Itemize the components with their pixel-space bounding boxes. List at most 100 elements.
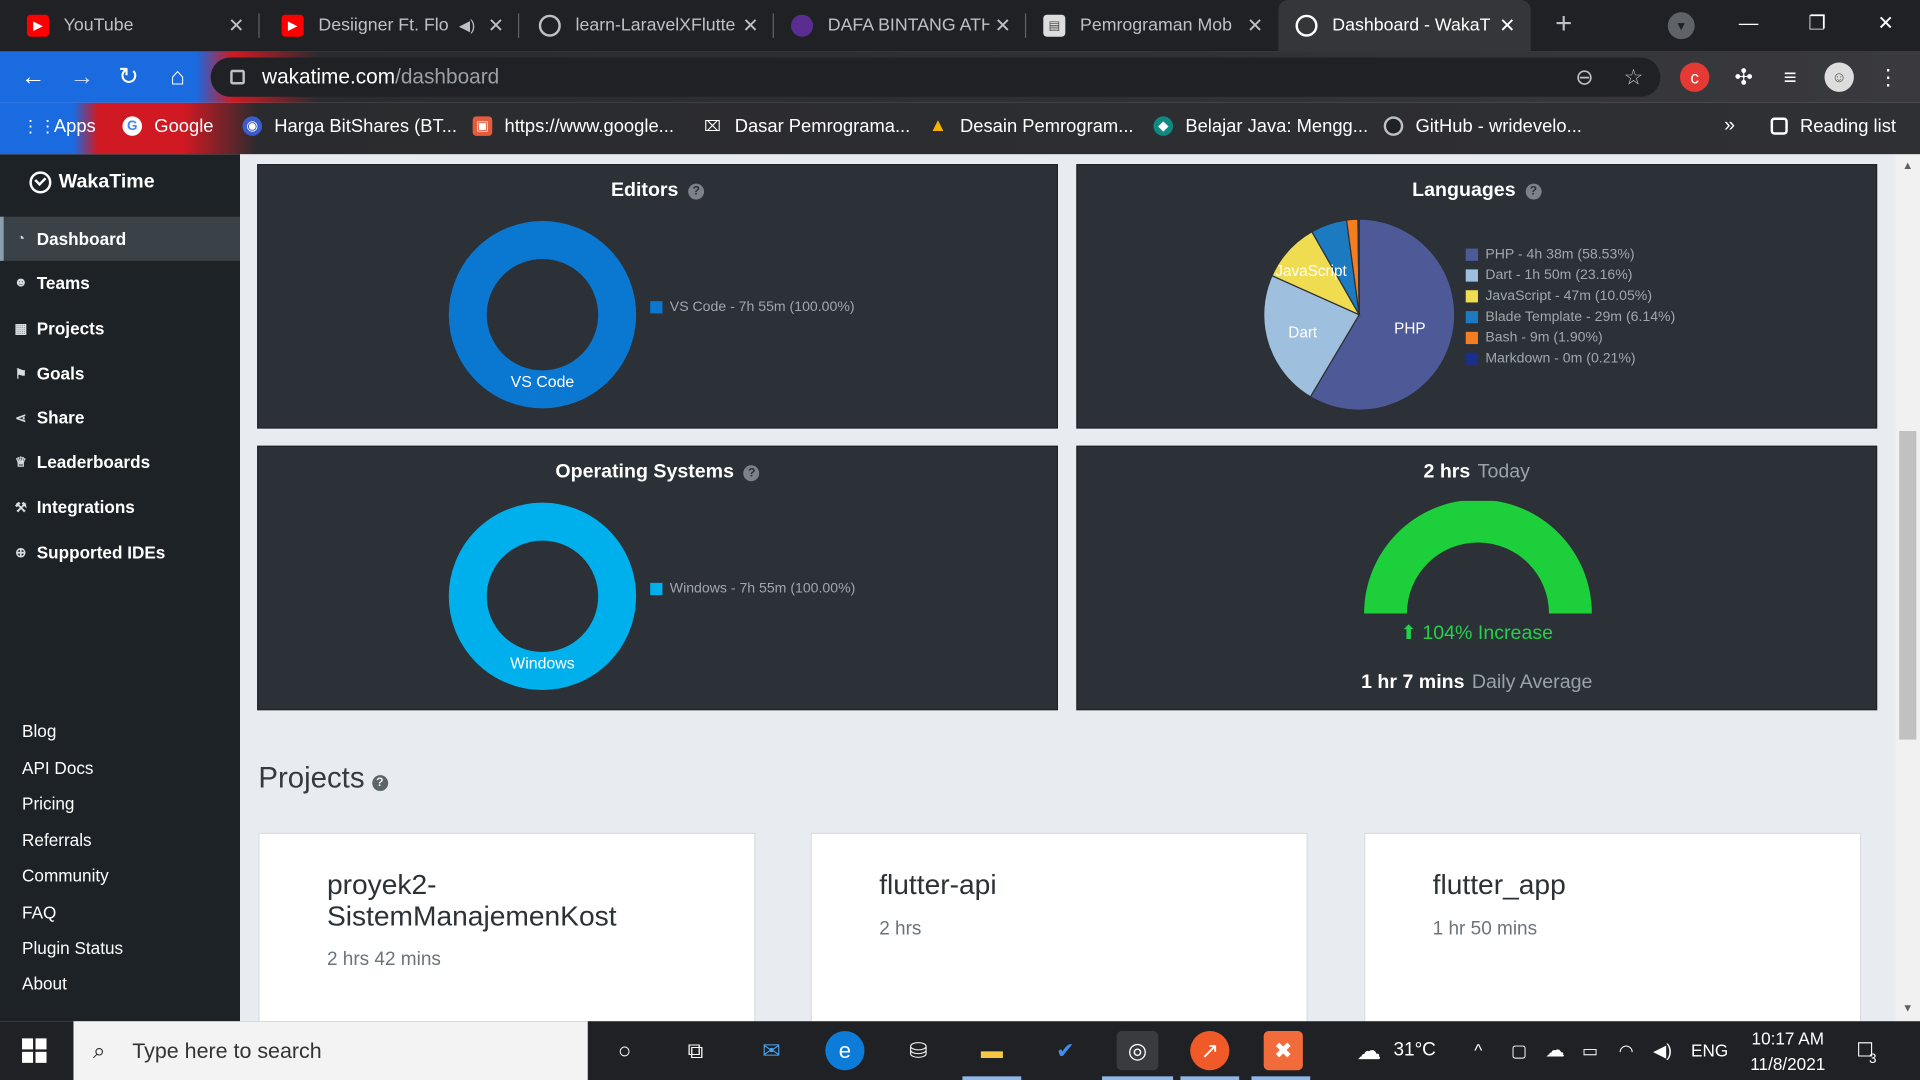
- sidebar-item-integrations[interactable]: ⚒ Integrations: [0, 485, 240, 529]
- windows-start-icon[interactable]: [22, 1038, 47, 1063]
- bookmark-github[interactable]: GitHub - wridevelo...: [1383, 103, 1582, 150]
- reload-icon[interactable]: ↻: [113, 61, 145, 93]
- todo-icon[interactable]: ✔: [1046, 1031, 1085, 1070]
- tab-youtube[interactable]: ▶ YouTube ✕: [0, 0, 260, 51]
- close-icon[interactable]: ✕: [482, 13, 509, 37]
- volume-icon[interactable]: ◀): [1653, 1021, 1672, 1080]
- tab-search-icon[interactable]: ▾: [1667, 12, 1695, 40]
- input-language[interactable]: ENG: [1691, 1021, 1728, 1080]
- extensions-puzzle-icon[interactable]: ✣: [1729, 62, 1758, 91]
- close-window-button[interactable]: ✕: [1851, 0, 1920, 51]
- scroll-up-icon[interactable]: ▲: [1902, 159, 1914, 171]
- close-icon[interactable]: ✕: [223, 13, 250, 37]
- tab-dashboard[interactable]: Dashboard - WakaT ✕: [1278, 0, 1531, 52]
- forward-icon[interactable]: →: [66, 61, 98, 93]
- help-icon[interactable]: ?: [371, 775, 388, 792]
- minimize-button[interactable]: —: [1714, 0, 1783, 51]
- restore-button[interactable]: ❐: [1783, 0, 1852, 51]
- wifi-icon[interactable]: ◠: [1619, 1021, 1634, 1080]
- mail-icon[interactable]: ✉: [752, 1031, 791, 1070]
- brand-logo[interactable]: WakaTime: [29, 171, 155, 194]
- more-bookmarks-button[interactable]: »: [1724, 103, 1735, 150]
- postman-icon[interactable]: ↗: [1190, 1031, 1230, 1071]
- sidebar-item-teams[interactable]: ☻ Teams: [0, 261, 240, 305]
- footer-link-plugin-status[interactable]: Plugin Status: [22, 938, 123, 958]
- speaker-icon[interactable]: ◀): [459, 17, 475, 34]
- tab-github[interactable]: learn-LaravelXFlutte ✕: [519, 0, 774, 51]
- sidebar-item-supported-ides[interactable]: ⊕ Supported IDEs: [0, 530, 240, 574]
- edge-icon[interactable]: e: [825, 1031, 865, 1071]
- help-icon[interactable]: ?: [743, 465, 760, 482]
- donut-slice-vscode[interactable]: [448, 221, 637, 409]
- sidebar-item-goals[interactable]: ⚑ Goals: [0, 351, 240, 395]
- footer-link-community[interactable]: Community: [22, 866, 109, 886]
- bookmark-google-link[interactable]: ▣ https://www.google...: [472, 103, 674, 150]
- donut-slice-windows[interactable]: [448, 502, 637, 691]
- extension-red-icon[interactable]: c: [1680, 62, 1710, 92]
- tray-device-icon[interactable]: ▢: [1511, 1021, 1527, 1080]
- notifications-icon[interactable]: ☐ 3: [1856, 1021, 1876, 1080]
- legend-item-javascript[interactable]: JavaScript - 47m (10.05%): [1465, 285, 1676, 306]
- project-card[interactable]: proyek2- SistemManajemenKost 2 hrs 42 mi…: [258, 832, 756, 1022]
- legend-item-blade[interactable]: Blade Template - 29m (6.14%): [1465, 306, 1675, 327]
- footer-link-referrals[interactable]: Referrals: [22, 830, 92, 850]
- address-bar[interactable]: wakatime.com /dashboard ⊖ ☆: [210, 57, 1661, 97]
- store-icon[interactable]: ⛁: [899, 1031, 938, 1070]
- sidebar-item-leaderboards[interactable]: ♕ Leaderboards: [0, 440, 240, 484]
- task-view-icon[interactable]: ⧉: [676, 1031, 715, 1070]
- footer-link-pricing[interactable]: Pricing: [22, 793, 74, 813]
- close-icon[interactable]: ✕: [737, 13, 764, 37]
- project-card[interactable]: flutter-api 2 hrs: [810, 832, 1308, 1022]
- battery-icon[interactable]: ▭: [1582, 1021, 1598, 1080]
- sidebar-item-share[interactable]: ⋖ Share: [0, 396, 240, 440]
- legend-item-bash[interactable]: Bash - 9m (1.90%): [1465, 327, 1676, 348]
- close-icon[interactable]: ✕: [1494, 13, 1521, 37]
- bookmark-desain[interactable]: ▲ Desain Pemrogram...: [928, 103, 1134, 150]
- legend-item-php[interactable]: PHP - 4h 38m (58.53%): [1465, 244, 1676, 265]
- bookmark-google[interactable]: G Google: [122, 103, 214, 150]
- xampp-icon[interactable]: ✖: [1263, 1031, 1303, 1071]
- tab-dafa[interactable]: DAFA BINTANG ATH ✕: [774, 0, 1027, 51]
- chrome-icon[interactable]: ◎: [1116, 1031, 1159, 1071]
- sidebar-item-projects[interactable]: ▦ Projects: [0, 306, 240, 350]
- menu-icon[interactable]: ⋮: [1873, 62, 1902, 91]
- legend-item[interactable]: Windows - 7h 55m (100.00%): [650, 578, 855, 599]
- new-tab-button[interactable]: +: [1548, 9, 1580, 42]
- project-card[interactable]: flutter_app 1 hr 50 mins: [1364, 832, 1862, 1022]
- weather-widget[interactable]: ☁ 31°C: [1357, 1021, 1436, 1080]
- legend-item-dart[interactable]: Dart - 1h 50m (23.16%): [1465, 264, 1676, 285]
- scrollbar-thumb[interactable]: [1899, 431, 1917, 740]
- legend-item[interactable]: VS Code - 7h 55m (100.00%): [650, 296, 855, 317]
- taskbar-search-box[interactable]: ⌕ Type here to search: [73, 1021, 588, 1080]
- file-explorer-icon[interactable]: ▬: [972, 1031, 1011, 1070]
- media-queue-icon[interactable]: ≡: [1776, 62, 1805, 91]
- help-icon[interactable]: ?: [688, 183, 705, 200]
- zoom-icon[interactable]: ⊖: [1572, 65, 1596, 89]
- bookmark-belajar-java[interactable]: ◆ Belajar Java: Mengg...: [1153, 103, 1368, 150]
- cortana-icon[interactable]: ○: [605, 1031, 644, 1070]
- tray-chevron-icon[interactable]: ^: [1474, 1021, 1482, 1080]
- tab-pemrograman[interactable]: ▤ Pemrograman Mob ✕: [1026, 0, 1278, 51]
- back-icon[interactable]: ←: [17, 61, 49, 93]
- bookmark-bitshares[interactable]: ◉ Harga BitShares (BT...: [242, 103, 457, 150]
- footer-link-api-docs[interactable]: API Docs: [22, 758, 93, 778]
- footer-link-faq[interactable]: FAQ: [22, 902, 56, 922]
- bookmark-star-icon[interactable]: ☆: [1621, 65, 1645, 89]
- tab-desiigner[interactable]: ▶ Desiigner Ft. Flo ◀) ✕: [260, 0, 520, 51]
- reading-list-button[interactable]: Reading list: [1770, 103, 1896, 150]
- sidebar-item-dashboard[interactable]: ◔ Dashboard: [0, 216, 241, 261]
- page-scrollbar[interactable]: ▲ ▼: [1895, 154, 1920, 1022]
- bookmark-apps[interactable]: ⋮⋮ Apps: [22, 103, 96, 150]
- close-icon[interactable]: ✕: [989, 13, 1016, 37]
- scroll-down-icon[interactable]: ▼: [1902, 1002, 1914, 1014]
- taskbar-clock[interactable]: 10:17 AM 11/8/2021: [1739, 1026, 1837, 1077]
- help-icon[interactable]: ?: [1525, 183, 1542, 200]
- close-icon[interactable]: ✕: [1242, 13, 1269, 37]
- bookmark-dasar[interactable]: ⌧ Dasar Pemrograma...: [703, 103, 910, 150]
- onedrive-icon[interactable]: ☁: [1545, 1021, 1565, 1080]
- home-icon[interactable]: ⌂: [162, 61, 194, 93]
- legend-item-markdown[interactable]: Markdown - 0m (0.21%): [1465, 348, 1676, 369]
- avatar[interactable]: ☺: [1824, 62, 1854, 92]
- footer-link-blog[interactable]: Blog: [22, 721, 56, 741]
- footer-link-about[interactable]: About: [22, 973, 67, 993]
